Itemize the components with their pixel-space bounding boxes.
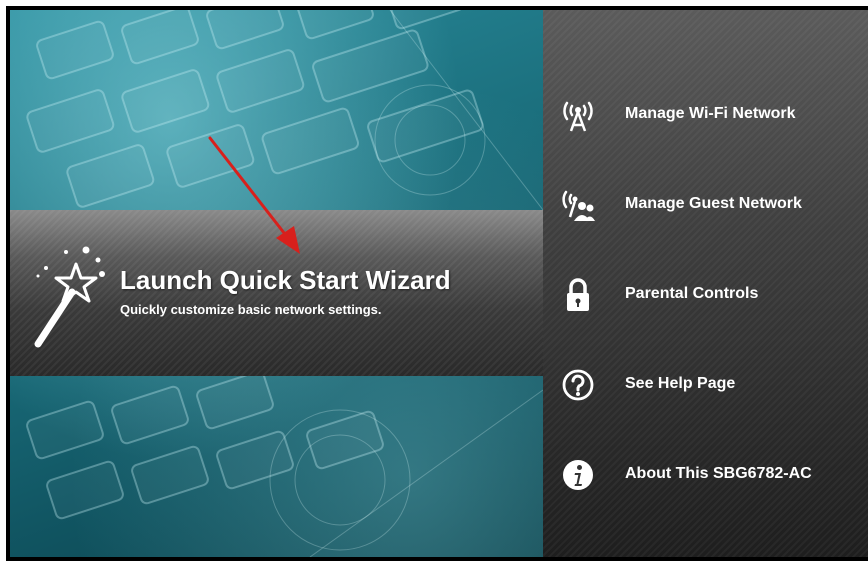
menu-item-parental-controls[interactable]: Parental Controls <box>543 265 868 325</box>
help-icon <box>562 369 594 401</box>
menu-item-label: About This SBG6782-AC <box>625 465 812 482</box>
hero-panel: Launch Quick Start Wizard Quickly custom… <box>10 10 543 557</box>
menu-item-label: Manage Guest Network <box>625 195 802 212</box>
guest-network-icon <box>562 190 595 221</box>
app-frame: Launch Quick Start Wizard Quickly custom… <box>6 6 868 561</box>
menu-item-manage-wifi-network[interactable]: Manage Wi-Fi Network <box>543 85 868 145</box>
red-arrow-annotation <box>208 136 300 254</box>
wizard-title: Launch Quick Start Wizard <box>120 265 451 295</box>
lock-icon <box>567 278 589 311</box>
menu-item-label: Parental Controls <box>625 285 759 302</box>
menu-item-label: Manage Wi-Fi Network <box>625 105 796 122</box>
magic-wand-icon <box>34 246 105 348</box>
menu-item-see-help-page[interactable]: See Help Page <box>543 355 868 415</box>
menu-panel: Manage Wi-Fi Network Manage Guest Networ… <box>543 10 868 557</box>
info-icon <box>563 460 593 490</box>
wizard-subtitle: Quickly customize basic network settings… <box>120 302 382 317</box>
menu-item-about-device[interactable]: About This SBG6782-AC <box>543 445 868 505</box>
menu-item-label: See Help Page <box>625 375 736 392</box>
menu-item-manage-guest-network[interactable]: Manage Guest Network <box>543 175 868 235</box>
wifi-antenna-icon <box>563 101 593 132</box>
